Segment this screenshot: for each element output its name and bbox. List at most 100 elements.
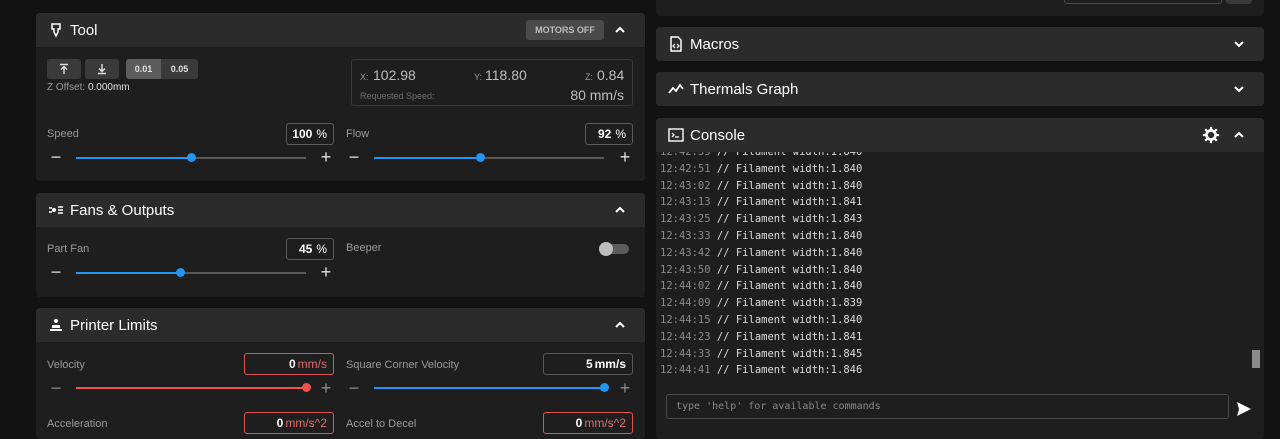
console-scrollbar-track[interactable] [1251, 152, 1261, 380]
part-fan-input[interactable]: 45% [286, 238, 334, 260]
speed-input[interactable]: 100% [286, 123, 334, 145]
y-value: 118.80 [485, 67, 527, 83]
limits-title: Printer Limits [70, 316, 158, 334]
velocity-slider-thumb[interactable] [302, 383, 311, 392]
velocity-slider[interactable] [76, 383, 311, 392]
speed-slider-thumb[interactable] [187, 153, 196, 162]
scv-slider-thumb[interactable] [600, 383, 609, 392]
expand-chevron-icon[interactable] [1229, 79, 1249, 99]
fans-card-header[interactable]: Fans & Outputs [36, 193, 645, 227]
beeper-label: Beeper [346, 242, 382, 254]
speed-decrease-button[interactable]: − [49, 148, 63, 166]
z-offset-label: Z Offset: 0.000mm [47, 82, 130, 93]
expand-chevron-icon[interactable] [1229, 34, 1249, 54]
console-line: 12:42:51 // Filament width:1.840 [660, 163, 862, 175]
thermals-card-header[interactable]: Thermals Graph [656, 72, 1264, 106]
console-card-header[interactable]: Console [656, 118, 1264, 152]
part-fan-decrease-button[interactable]: − [49, 263, 63, 281]
collapse-chevron-icon[interactable] [610, 200, 630, 220]
part-fan-slider-fill [76, 272, 180, 274]
z-up-button[interactable] [47, 59, 81, 79]
flow-input[interactable]: 92% [585, 123, 633, 145]
beeper-toggle-knob [599, 242, 613, 256]
console-line: 12:44:33 // Filament width:1.845 [660, 348, 862, 360]
velocity-input[interactable]: 0 mm/s [244, 353, 334, 375]
console-line-timestamp: 12:44:33 [660, 347, 711, 360]
console-line-timestamp: 12:43:42 [660, 246, 711, 259]
flow-slider[interactable] [374, 153, 604, 162]
acceleration-unit: mm/s^2 [285, 416, 327, 430]
velocity-increase-button[interactable]: + [319, 379, 333, 397]
console-line-timestamp: 12:42:51 [660, 162, 711, 175]
limits-card-header[interactable]: Printer Limits [36, 308, 645, 342]
acceleration-input[interactable]: 0 mm/s^2 [244, 412, 334, 434]
console-line-timestamp: 12:44:02 [660, 280, 711, 293]
console-title: Console [690, 126, 746, 144]
z-step-0-01-button[interactable]: 0.01 [126, 59, 161, 79]
z-label: Z: [585, 72, 593, 82]
speed-slider[interactable] [76, 153, 306, 162]
beeper-toggle[interactable] [599, 242, 629, 256]
collapse-chevron-icon[interactable] [610, 315, 630, 335]
console-input-field[interactable] [667, 395, 1228, 418]
flow-slider-thumb[interactable] [475, 153, 485, 162]
console-log: 12:42:39 // Filament width:1.840 12:42:51… [656, 152, 1250, 382]
console-line: 12:44:02 // Filament width:1.840 [660, 280, 862, 292]
collapse-chevron-icon[interactable] [1229, 125, 1249, 145]
square-corner-velocity-value: 5 [585, 357, 593, 371]
console-line-timestamp: 12:44:09 [660, 297, 711, 310]
square-corner-velocity-input[interactable]: 5 mm/s [543, 353, 633, 375]
acceleration-value: 0 [276, 416, 284, 430]
console-line: 12:44:23 // Filament width:1.841 [660, 331, 862, 343]
arrow-up-to-line-icon [60, 63, 68, 74]
fans-title: Fans & Outputs [70, 201, 175, 219]
gear-icon[interactable] [1202, 126, 1220, 144]
part-fan-slider-thumb[interactable] [175, 268, 185, 277]
console-line-message: // Filament width:1.843 [710, 213, 863, 226]
requested-speed-value: 80 mm/s [570, 87, 624, 103]
requested-speed-label: Requested Speed: [360, 91, 435, 101]
send-icon[interactable] [1236, 401, 1252, 417]
chart-line-icon [668, 83, 684, 94]
accel-to-decel-input[interactable]: 0 mm/s^2 [543, 412, 633, 434]
console-line-message: // Filament width:1.840 [710, 246, 863, 259]
z-down-button[interactable] [85, 59, 119, 79]
part-fan-label: Part Fan [47, 243, 90, 255]
motors-off-button[interactable]: MOTORS OFF [526, 20, 604, 40]
velocity-decrease-button[interactable]: − [49, 379, 63, 397]
accel-to-decel-value: 0 [575, 416, 583, 430]
square-corner-velocity-slider[interactable] [374, 383, 609, 392]
velocity-slider-fill [76, 387, 306, 389]
terminal-icon [668, 128, 684, 142]
z-step-0-05-button[interactable]: 0.05 [161, 59, 198, 79]
console-line-timestamp: 12:44:41 [660, 364, 711, 377]
flow-decrease-button[interactable]: − [347, 148, 361, 166]
console-line-message: // Filament width:1.846 [710, 364, 863, 377]
part-fan-unit: % [316, 242, 327, 256]
console-input[interactable] [666, 394, 1229, 419]
fans-card: Fans & Outputs Part Fan 45% − + Beeper [36, 193, 645, 297]
position-panel: X: 102.98 Y: 118.80 Z: 0.84 Requested Sp… [351, 59, 633, 106]
macros-card-header[interactable]: Macros [656, 27, 1264, 61]
console-line: 12:43:33 // Filament width:1.840 [660, 230, 862, 242]
scv-decrease-button[interactable]: − [347, 379, 361, 397]
top-partial-input[interactable] [1064, 0, 1222, 4]
collapse-chevron-icon[interactable] [610, 20, 630, 40]
x-value: 102.98 [373, 67, 416, 83]
speed-value: 100 [292, 127, 313, 141]
x-label: X: [360, 72, 369, 82]
square-corner-velocity-unit: mm/s [594, 357, 626, 371]
printer-limits-icon [50, 319, 62, 331]
top-partial-button[interactable] [1226, 0, 1252, 4]
console-scrollbar-thumb[interactable] [1252, 350, 1260, 368]
flow-increase-button[interactable]: + [618, 148, 632, 166]
console-line-message: // Filament width:1.840 [710, 152, 863, 158]
part-fan-increase-button[interactable]: + [319, 263, 333, 281]
part-fan-slider[interactable] [76, 268, 306, 277]
console-line-timestamp: 12:42:39 [660, 152, 711, 158]
speed-slider-fill [76, 157, 191, 159]
scv-increase-button[interactable]: + [618, 379, 632, 397]
accel-to-decel-unit: mm/s^2 [584, 416, 626, 430]
speed-increase-button[interactable]: + [319, 148, 333, 166]
velocity-value: 0 [288, 357, 296, 371]
